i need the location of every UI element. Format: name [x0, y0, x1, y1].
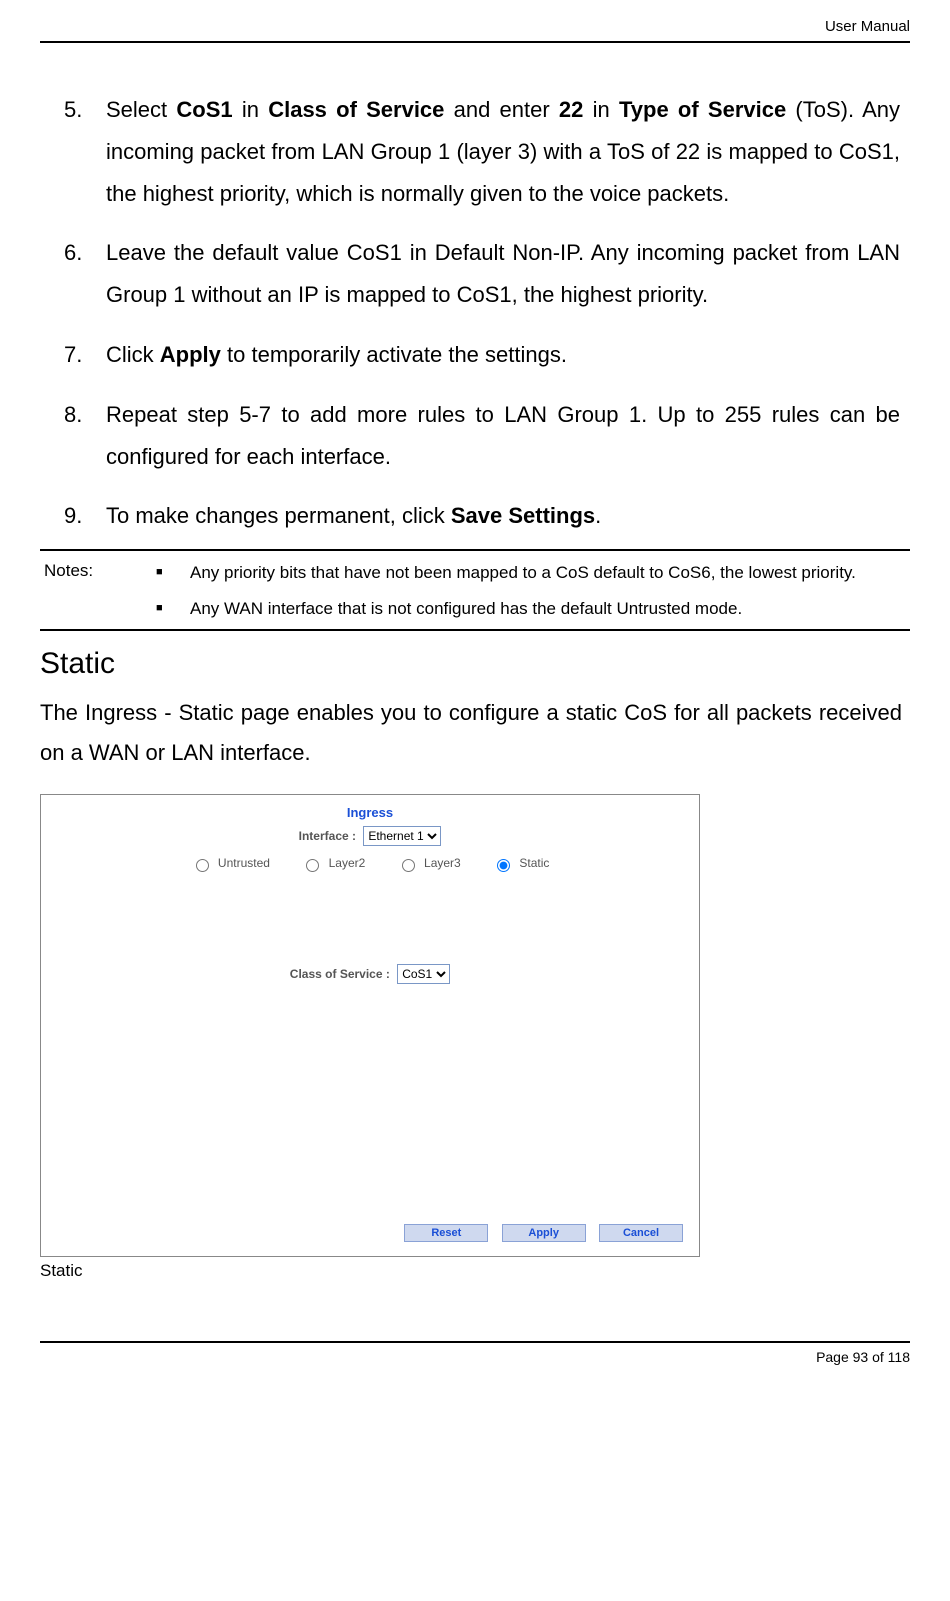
- button-row: Reset Apply Cancel: [57, 1224, 683, 1242]
- radio-layer2[interactable]: Layer2: [301, 856, 368, 870]
- section-heading: Static: [40, 647, 910, 681]
- main-content: 5. Select CoS1 in Class of Service and e…: [40, 89, 910, 537]
- text: Select: [106, 97, 176, 122]
- notes-bottom-rule: [40, 629, 910, 631]
- radio-static-input[interactable]: [497, 859, 510, 872]
- cos-label: Class of Service :: [290, 967, 390, 981]
- radio-layer3-input[interactable]: [402, 859, 415, 872]
- notes-list: ■ Any priority bits that have not been m…: [156, 561, 910, 627]
- document-page: User Manual 5. Select CoS1 in Class of S…: [0, 0, 950, 1601]
- bold-text: Type of Service: [619, 97, 786, 122]
- text: To make changes permanent, click: [106, 503, 451, 528]
- list-number: 6.: [64, 232, 106, 316]
- radio-layer2-input[interactable]: [306, 859, 319, 872]
- radio-static[interactable]: Static: [492, 856, 549, 870]
- radio-untrusted-label: Untrusted: [218, 856, 270, 870]
- screenshot-figure: Ingress Interface : Ethernet 1 Untrusted…: [40, 794, 910, 1281]
- figure-caption: Static: [40, 1261, 910, 1281]
- notes-label: Notes:: [40, 561, 156, 627]
- cos-select[interactable]: CoS1: [397, 964, 450, 984]
- radio-untrusted-input[interactable]: [196, 859, 209, 872]
- list-body: Select CoS1 in Class of Service and ente…: [106, 89, 900, 214]
- list-number: 8.: [64, 394, 106, 478]
- radio-untrusted[interactable]: Untrusted: [191, 856, 274, 870]
- radio-layer3-label: Layer3: [424, 856, 461, 870]
- bullet-icon: ■: [156, 597, 190, 621]
- list-number: 9.: [64, 495, 106, 537]
- radio-layer2-label: Layer2: [329, 856, 366, 870]
- interface-select[interactable]: Ethernet 1: [363, 826, 441, 846]
- text: in: [583, 97, 619, 122]
- list-body: To make changes permanent, click Save Se…: [106, 495, 900, 537]
- bold-text: Class of Service: [268, 97, 444, 122]
- list-item: 7. Click Apply to temporarily activate t…: [64, 334, 900, 376]
- header-label: User Manual: [40, 18, 910, 41]
- list-item: 5. Select CoS1 in Class of Service and e…: [64, 89, 900, 214]
- notes-block: Notes: ■ Any priority bits that have not…: [40, 551, 910, 627]
- page-number: Page 93 of 118: [40, 1349, 910, 1365]
- reset-button[interactable]: Reset: [404, 1224, 488, 1242]
- bold-text: 22: [559, 97, 583, 122]
- list-item: 8. Repeat step 5-7 to add more rules to …: [64, 394, 900, 478]
- apply-button[interactable]: Apply: [502, 1224, 586, 1242]
- bold-text: Save Settings: [451, 503, 595, 528]
- list-item: 6. Leave the default value CoS1 in Defau…: [64, 232, 900, 316]
- note-text: Any priority bits that have not been map…: [190, 561, 856, 585]
- bold-text: CoS1: [176, 97, 232, 122]
- list-item: 9. To make changes permanent, click Save…: [64, 495, 900, 537]
- interface-label: Interface :: [299, 829, 356, 843]
- mode-radio-group: Untrusted Layer2 Layer3 Static: [57, 856, 683, 872]
- cos-row: Class of Service : CoS1: [57, 964, 683, 984]
- list-body: Click Apply to temporarily activate the …: [106, 334, 900, 376]
- text: to temporarily activate the settings.: [221, 342, 567, 367]
- panel-title: Ingress: [57, 805, 683, 820]
- list-body: Repeat step 5-7 to add more rules to LAN…: [106, 394, 900, 478]
- ingress-panel: Ingress Interface : Ethernet 1 Untrusted…: [40, 794, 700, 1257]
- list-number: 5.: [64, 89, 106, 214]
- note-item: ■ Any WAN interface that is not configur…: [156, 597, 900, 621]
- text: and enter: [444, 97, 559, 122]
- header-rule: [40, 41, 910, 43]
- list-number: 7.: [64, 334, 106, 376]
- note-item: ■ Any priority bits that have not been m…: [156, 561, 900, 585]
- note-text: Any WAN interface that is not configured…: [190, 597, 742, 621]
- text: .: [595, 503, 601, 528]
- bullet-icon: ■: [156, 561, 190, 585]
- interface-row: Interface : Ethernet 1: [57, 826, 683, 846]
- bold-text: Apply: [160, 342, 221, 367]
- text: Click: [106, 342, 160, 367]
- radio-layer3[interactable]: Layer3: [397, 856, 464, 870]
- list-body: Leave the default value CoS1 in Default …: [106, 232, 900, 316]
- section-body: The Ingress - Static page enables you to…: [40, 693, 910, 774]
- footer-rule: [40, 1341, 910, 1343]
- cancel-button[interactable]: Cancel: [599, 1224, 683, 1242]
- radio-static-label: Static: [519, 856, 549, 870]
- text: in: [233, 97, 269, 122]
